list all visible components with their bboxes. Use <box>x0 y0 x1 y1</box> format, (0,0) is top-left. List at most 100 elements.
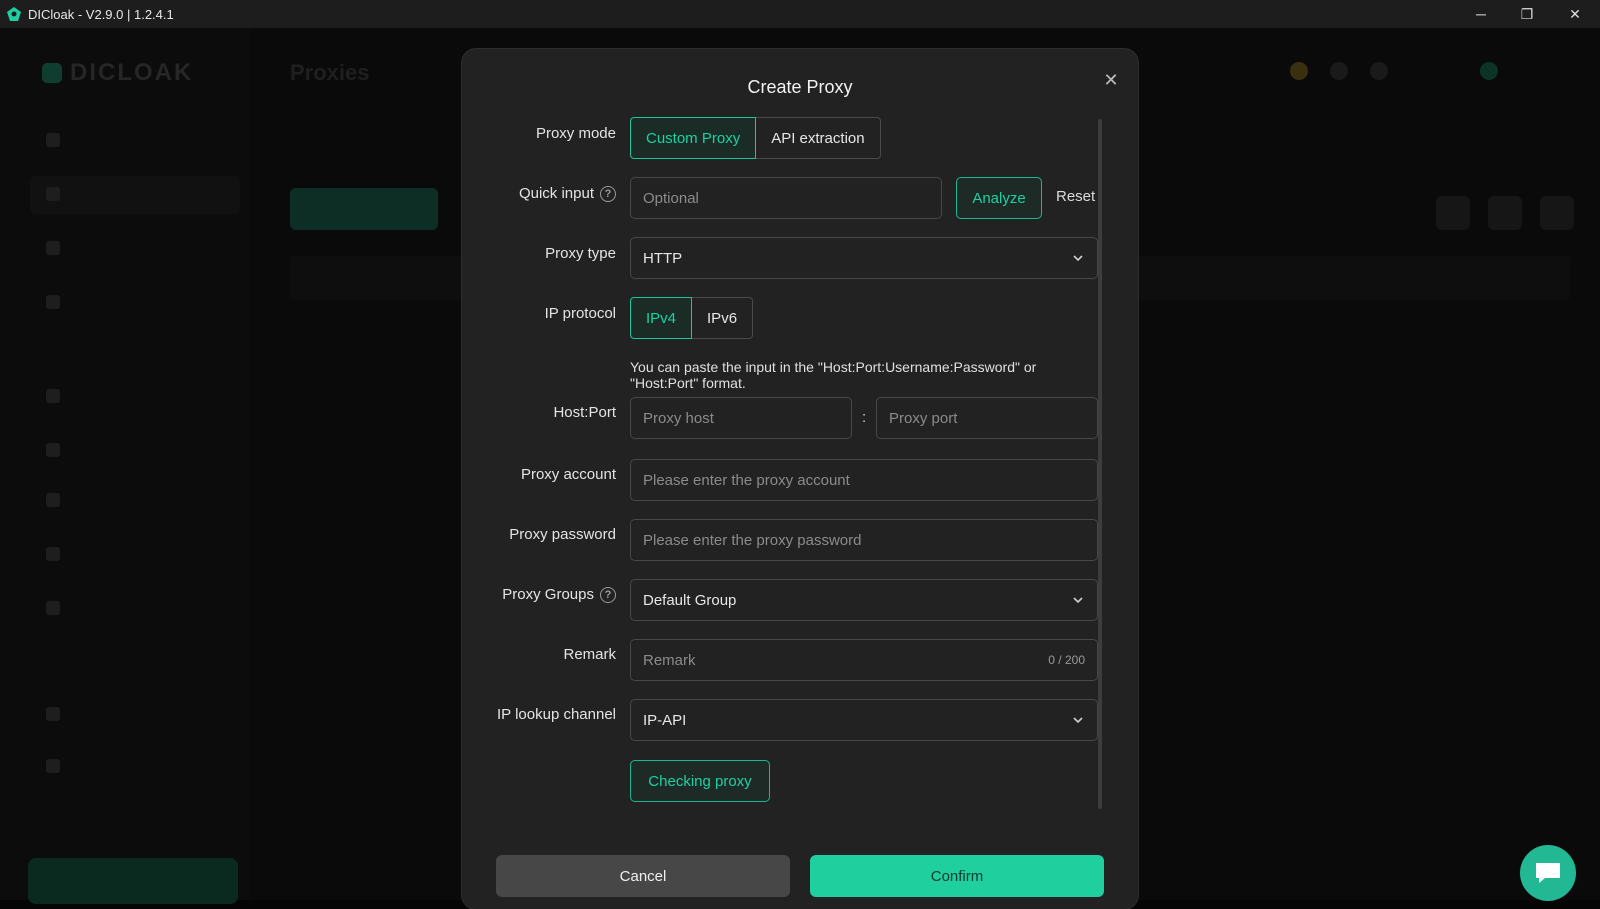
proxy-password-field[interactable] <box>630 519 1098 561</box>
sidebar: DICLOAK <box>0 28 250 904</box>
quick-input-label-text: Quick input <box>518 185 594 202</box>
add-proxy-button[interactable] <box>290 188 438 230</box>
ipv4-option[interactable]: IPv4 <box>630 297 693 339</box>
settings-icon[interactable] <box>1370 62 1388 80</box>
sidebar-item-icon <box>46 295 60 309</box>
minimize-button[interactable]: ─ <box>1458 0 1504 28</box>
maximize-button[interactable]: ❐ <box>1504 0 1550 28</box>
proxy-type-label-text: Proxy type <box>545 245 616 262</box>
chevron-down-icon <box>1073 717 1083 724</box>
create-proxy-dialog: Create Proxy ✕ Proxy mode Custom Proxy A… <box>462 49 1138 909</box>
host-port-label: Host:Port <box>553 404 616 421</box>
proxy-groups-value: Default Group <box>643 591 737 609</box>
sidebar-item[interactable] <box>46 184 60 204</box>
toolbar-icon-button[interactable] <box>1488 196 1522 230</box>
sidebar-item-icon <box>46 187 60 201</box>
host-port-separator: : <box>862 409 867 426</box>
dialog-title: Create Proxy <box>747 77 853 97</box>
proxy-groups-label: Proxy Groups ? <box>502 586 616 603</box>
proxy-port-input[interactable] <box>889 409 1085 427</box>
quick-input[interactable] <box>643 189 929 207</box>
remark-field[interactable]: 0 / 200 <box>630 639 1098 681</box>
chevron-down-icon <box>1073 597 1083 604</box>
proxy-password-input[interactable] <box>643 531 1085 549</box>
sidebar-item[interactable] <box>46 490 60 510</box>
sidebar-item[interactable] <box>46 386 60 406</box>
proxy-groups-select[interactable]: Default Group <box>630 579 1098 621</box>
ip-lookup-select[interactable]: IP-API <box>630 699 1098 741</box>
ipv6-option[interactable]: IPv6 <box>692 297 754 339</box>
help-icon[interactable]: ? <box>600 586 616 603</box>
sidebar-item[interactable] <box>46 292 60 312</box>
ip-protocol-label: IP protocol <box>545 305 616 322</box>
sidebar-item-icon <box>46 493 60 507</box>
window-title: DICloak - V2.9.0 | 1.2.4.1 <box>28 6 174 22</box>
remark-input[interactable] <box>643 651 1049 669</box>
dialog-scrollbar[interactable] <box>1098 119 1102 809</box>
checking-proxy-button[interactable]: Checking proxy <box>630 760 770 802</box>
brand-logo: DICLOAK <box>42 59 232 86</box>
proxy-groups-label-text: Proxy Groups <box>502 586 594 603</box>
proxy-type-select[interactable]: HTTP <box>630 237 1098 279</box>
coin-icon[interactable] <box>1290 62 1308 80</box>
notification-icon[interactable] <box>1330 62 1348 80</box>
brand-icon <box>42 63 62 83</box>
chat-bubble-icon <box>1536 863 1560 883</box>
confirm-button[interactable]: Confirm <box>810 855 1104 897</box>
window-close-button[interactable]: ✕ <box>1552 0 1598 28</box>
sidebar-item-icon <box>46 443 60 457</box>
ip-lookup-label-text: IP lookup channel <box>497 706 616 723</box>
host-port-label-text: Host:Port <box>553 404 616 421</box>
sidebar-item[interactable] <box>46 598 60 618</box>
toolbar-icon-button[interactable] <box>1436 196 1470 230</box>
avatar[interactable] <box>1480 62 1498 80</box>
ip-lookup-value: IP-API <box>643 711 687 729</box>
quick-input-label: Quick input ? <box>519 185 616 202</box>
proxy-host-input[interactable] <box>643 409 839 427</box>
proxy-account-field[interactable] <box>630 459 1098 501</box>
ip-protocol-label-text: IP protocol <box>544 305 616 322</box>
sidebar-active-highlight <box>30 176 240 214</box>
sidebar-item-icon <box>46 133 60 147</box>
remark-label: Remark <box>563 646 616 663</box>
proxy-mode-selector: Custom Proxy API extraction <box>630 117 881 159</box>
app-logo-icon <box>7 7 21 21</box>
sidebar-item[interactable] <box>46 704 60 724</box>
remark-char-counter: 0 / 200 <box>1048 653 1085 667</box>
toolbar-icon-button[interactable] <box>1540 196 1574 230</box>
quick-input-field[interactable] <box>630 177 942 219</box>
proxy-host-field[interactable] <box>630 397 852 439</box>
sidebar-item[interactable] <box>46 238 60 258</box>
proxy-type-value: HTTP <box>643 249 683 267</box>
sidebar-item-icon <box>46 759 60 773</box>
sidebar-item-icon <box>46 241 60 255</box>
proxy-account-input[interactable] <box>643 471 1085 489</box>
window-titlebar: DICloak - V2.9.0 | 1.2.4.1 ─ ❐ ✕ <box>0 0 1600 28</box>
sidebar-plan-card[interactable] <box>28 858 238 904</box>
sidebar-item[interactable] <box>46 756 60 776</box>
sidebar-item-icon <box>46 601 60 615</box>
chat-support-button[interactable] <box>1520 845 1576 901</box>
ip-protocol-selector: IPv4 IPv6 <box>630 297 754 339</box>
help-icon[interactable]: ? <box>600 185 616 202</box>
sidebar-item[interactable] <box>46 440 60 460</box>
sidebar-item-icon <box>46 707 60 721</box>
proxy-mode-label-text: Proxy mode <box>535 125 616 142</box>
sidebar-item[interactable] <box>46 130 60 150</box>
custom-proxy-option[interactable]: Custom Proxy <box>630 117 757 159</box>
proxy-password-label-text: Proxy password <box>509 526 616 543</box>
analyze-button[interactable]: Analyze <box>956 177 1042 219</box>
reset-button[interactable]: Reset <box>1056 188 1095 205</box>
ip-lookup-label: IP lookup channel <box>497 706 616 723</box>
api-extraction-option[interactable]: API extraction <box>756 117 881 159</box>
brand-name: DICLOAK <box>70 59 194 86</box>
proxy-account-label: Proxy account <box>521 466 616 483</box>
proxy-port-field[interactable] <box>876 397 1098 439</box>
proxy-mode-label: Proxy mode <box>536 125 616 142</box>
dialog-close-icon[interactable]: ✕ <box>1102 71 1120 89</box>
sidebar-item-icon <box>46 547 60 561</box>
page-title: Proxies <box>290 60 370 85</box>
sidebar-item-icon <box>46 389 60 403</box>
cancel-button[interactable]: Cancel <box>496 855 790 897</box>
sidebar-item[interactable] <box>46 544 60 564</box>
